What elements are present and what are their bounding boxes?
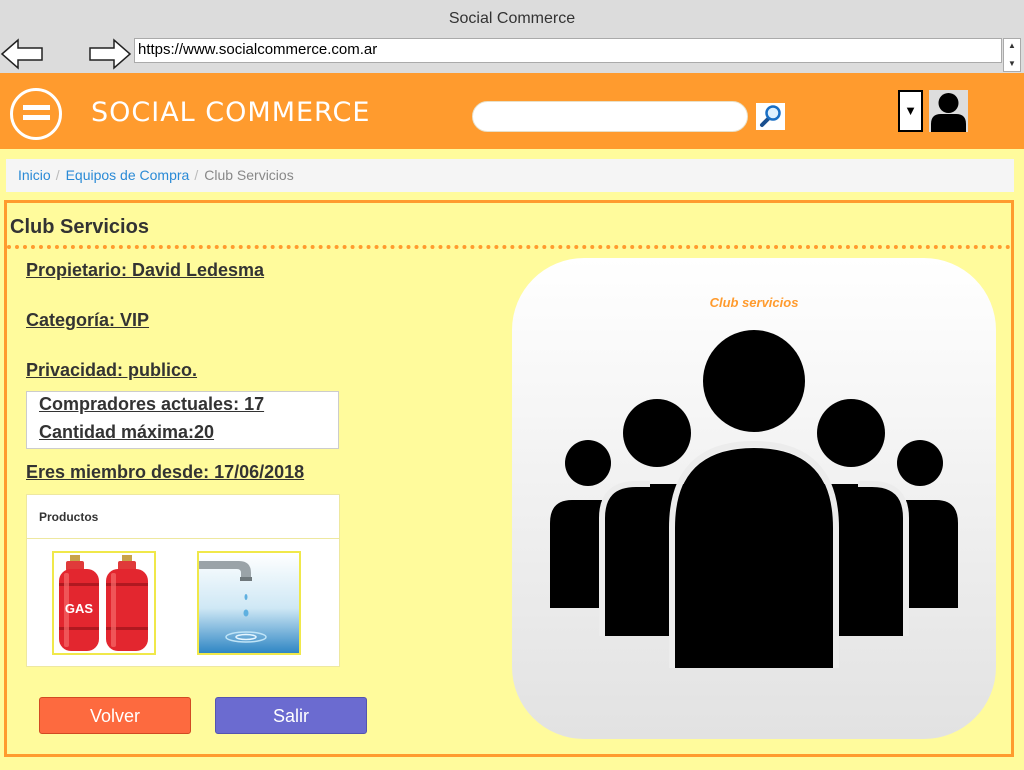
breadcrumb-link-inicio[interactable]: Inicio — [18, 167, 51, 183]
scroll-down-icon[interactable]: ▼ — [1008, 59, 1016, 68]
back-arrow-icon[interactable] — [0, 37, 44, 71]
gas-cylinder-icon: GAS — [54, 553, 154, 653]
search-input[interactable] — [472, 101, 748, 132]
forward-arrow-icon[interactable] — [88, 37, 132, 71]
page-title: Club Servicios — [10, 216, 149, 238]
product-gas-image[interactable]: GAS — [52, 551, 156, 655]
menu-icon-bar-bottom — [23, 115, 50, 120]
breadcrumb-link-equipos[interactable]: Equipos de Compra — [66, 167, 190, 183]
exit-button[interactable]: Salir — [215, 697, 367, 734]
user-menu-dropdown[interactable]: ▼ — [898, 90, 923, 132]
breadcrumb-separator: / — [194, 167, 199, 183]
products-header: Productos — [27, 495, 339, 539]
menu-button[interactable] — [10, 88, 62, 140]
scroll-up-icon[interactable]: ▲ — [1008, 41, 1016, 50]
back-button[interactable]: Volver — [39, 697, 191, 734]
products-card: Productos GAS — [26, 494, 340, 667]
people-group-icon — [550, 330, 958, 668]
app-header: SOCIAL COMMERCE ▼ — [0, 73, 1024, 149]
owner-text: Propietario: David Ledesma — [26, 260, 265, 280]
buyers-count-box: Compradores actuales: 17 Cantidad máxima… — [26, 391, 339, 449]
address-bar[interactable]: https://www.socialcommerce.com.ar — [134, 38, 1002, 63]
brand-title: SOCIAL COMMERCE — [91, 97, 371, 128]
gas-label: GAS — [65, 601, 94, 616]
search-icon — [756, 103, 785, 130]
max-buyers-text: Cantidad máxima:20 — [39, 422, 215, 442]
avatar[interactable] — [929, 90, 968, 132]
privacy-text: Privacidad: publico. — [26, 360, 198, 380]
water-tap-icon — [199, 553, 299, 653]
product-water-image[interactable] — [197, 551, 301, 655]
current-buyers-text: Compradores actuales: 17 — [39, 394, 265, 414]
user-avatar-icon — [929, 90, 968, 132]
menu-icon-bar-top — [23, 105, 50, 110]
search-button[interactable] — [756, 103, 785, 130]
breadcrumb-current: Club Servicios — [204, 167, 294, 183]
category-text: Categoría: VIP — [26, 310, 150, 330]
address-scrollbar[interactable]: ▲ ▼ — [1003, 38, 1021, 72]
window-title: Social Commerce — [448, 10, 576, 27]
breadcrumb: Inicio / Equipos de Compra / Club Servicios — [6, 159, 1014, 192]
group-image: Club servicios — [512, 258, 996, 739]
member-since-text: Eres miembro desde: 17/06/2018 — [26, 462, 305, 482]
title-divider — [7, 245, 1011, 249]
browser-chrome: Social Commerce https://www.socialcommer… — [0, 0, 1024, 73]
group-panel: Club Servicios Propietario: David Ledesm… — [4, 200, 1014, 757]
breadcrumb-separator: / — [55, 167, 60, 183]
